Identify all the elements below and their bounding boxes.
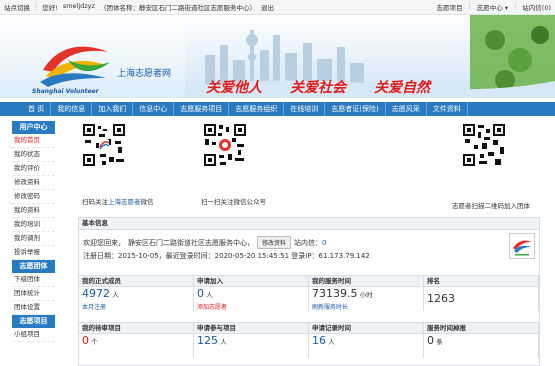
sidebar-item-edit-profile[interactable]: 修改资料 [12,176,55,190]
stat-members: 4972 人 本月注册 [79,287,194,311]
sidebar-item-my-docs[interactable]: 我的资料 [12,204,55,218]
org-name: （团体名称：静安区石门二路街道社区志愿服务中心） [99,4,256,12]
center-link[interactable]: 志愿中心 ▾ [477,2,508,12]
stat-project-applications[interactable]: 125 人 [194,334,309,358]
stat-ranking: 1263 [424,287,539,311]
separator: | [35,2,38,10]
sidebar-section-user[interactable]: 用户中心 [12,121,55,134]
edit-profile-button[interactable]: 修改资料 [257,236,292,249]
sidebar-item-status[interactable]: 我的状态 [12,148,55,162]
volunteer-logo-icon[interactable] [38,40,113,88]
nav-join[interactable]: 加入我们 [92,102,134,116]
stat-header: 服务时间掉报 [424,322,539,334]
stat-header: 我的待审项目 [79,322,194,334]
stat-time-reports[interactable]: 0 条 [424,334,539,358]
inbox-link[interactable]: 站内信(0) [522,2,551,12]
add-volunteer-link[interactable]: 添加志愿者 [197,302,227,311]
stat-header: 申请加入 [194,275,309,287]
sidebar-section-groups[interactable]: 志愿团体 [12,260,55,273]
nav-home[interactable]: 首 页 [0,102,52,116]
slogan-2: 关爱社会 [290,80,346,96]
nav-certificate[interactable]: 志愿者证(保险) [325,102,386,116]
stat-header: 排名 [424,275,539,287]
logo-english-text: Shanghai Volunteer [32,88,99,95]
sidebar-item-subgroups[interactable]: 下级团体 [12,273,55,287]
stats-row-2: 我的待审项目 申请参与项目 申请记录时间 服务时间掉报 0 个 125 人 16… [79,322,539,358]
stat-header: 申请记录时间 [309,322,424,334]
qr-code-icon [462,123,506,167]
logout-link[interactable]: 退出 [261,2,274,12]
welcome-line: 欢迎您回来， 静安区石门二路街道社区志愿服务中心， 修改资料 站内信：0 [83,236,326,249]
stat-header: 申请参与项目 [194,322,309,334]
qr-caption-official: 扫一扫关注微信公众号 [201,198,266,206]
sidebar-item-group-projects[interactable]: 小组项目 [12,328,55,342]
sidebar-item-group-settings[interactable]: 团体设置 [12,301,55,315]
projects-link[interactable]: 志愿项目 [437,2,463,12]
nav-info-center[interactable]: 信息中心 [133,102,175,116]
sidebar-item-training[interactable]: 我的培训 [12,218,55,232]
stat-pending-projects[interactable]: 0 个 [79,334,194,358]
stat-applications: 0 人 添加志愿者 [194,287,309,311]
stats-row-1: 我的正式成员 申请加入 我的服务时间 排名 4972 人 本月注册 0 人 添加… [79,275,539,311]
site-header: 上海志愿者网 Shanghai Volunteer 关爱他人 关爱社会 关爱自然 [0,15,555,98]
qr-code-icon [203,123,247,167]
inbox-label: 站内信：0 [294,238,327,247]
registration-info: 注册日期：2015-10-05，最近登录时间：2020-05-20 15:45:… [83,252,370,260]
nav-projects[interactable]: 志愿服务项目 [174,102,230,116]
sidebar-item-home[interactable]: 我的首页 [12,134,55,148]
nav-showcase[interactable]: 志愿风采 [386,102,427,116]
sidebar-item-review[interactable]: 我的评价 [12,162,55,176]
top-bar: 站点切换 | 您好! smeljdzyz （团体名称：静安区石门二路街道社区志愿… [0,0,555,15]
username: smeljdzyz [62,2,95,10]
switch-site-link[interactable]: 站点切换 [4,2,30,12]
nav-organizations[interactable]: 志愿服务组织 [229,102,285,116]
stat-time-requests[interactable]: 16 人 [309,334,424,358]
qr-caption-wechat: 扫码关注上海志愿者微信 [82,198,154,206]
nav-training[interactable]: 在线培训 [284,102,326,116]
stat-header: 我的正式成员 [79,275,194,287]
slogan-3: 关爱自然 [374,80,430,96]
refresh-hours-link[interactable]: 刷新服务时长 [312,302,348,311]
nav-my-info[interactable]: 我的信息 [51,102,93,116]
slogan-1: 关爱他人 [206,80,262,96]
sidebar: 用户中心 我的首页 我的状态 我的评价 修改资料 修改密码 我的资料 我的培训 … [12,121,55,342]
stat-header: 我的服务时间 [309,275,424,287]
logo-chinese-text: 上海志愿者网 [117,69,172,79]
sidebar-item-group-stats[interactable]: 团体统计 [12,287,55,301]
panel-title: 基本信息 [79,218,539,230]
basic-info-panel: 基本信息 欢迎您回来， 静安区石门二路街道社区志愿服务中心， 修改资料 站内信：… [78,217,540,366]
stat-service-hours: 73139.5 小时 刷新服务时长 [309,287,424,311]
qr-caption-join: 志愿者扫描二维码加入团体 [452,202,530,210]
nav-documents[interactable]: 文件资料 [427,102,468,116]
qr-code-icon [82,123,126,167]
sidebar-item-change-password[interactable]: 修改密码 [12,190,55,204]
sidebar-section-projects[interactable]: 志愿项目 [12,315,55,328]
sidebar-item-complaint[interactable]: 投诉举报 [12,246,55,260]
org-avatar [509,233,535,259]
monthly-register-link[interactable]: 本月注册 [82,302,106,311]
greeting: 您好! [42,4,58,12]
main-nav: 首 页 我的信息 加入我们 信息中心 志愿服务项目 志愿服务组织 在线培训 志愿… [0,102,555,116]
sidebar-item-adjust[interactable]: 我的调剂 [12,232,55,246]
